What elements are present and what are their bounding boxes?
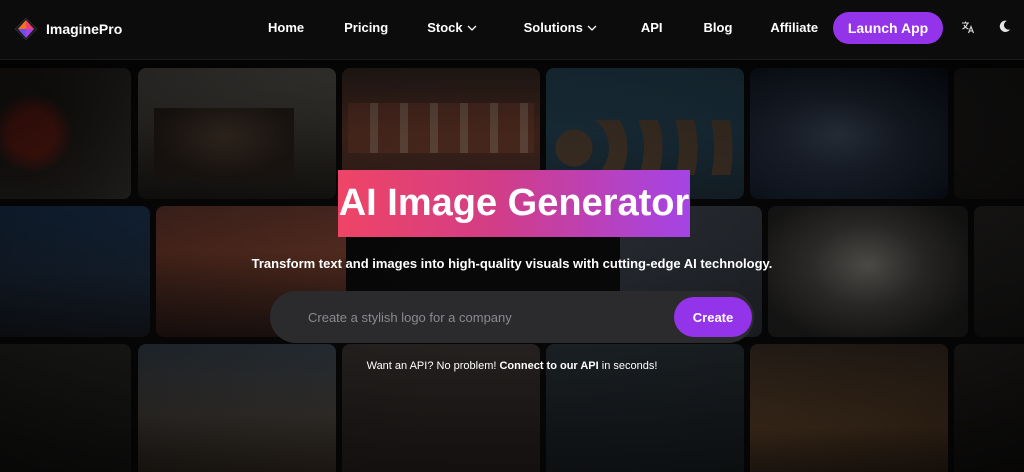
translate-icon[interactable] bbox=[961, 20, 975, 34]
chevron-down-icon bbox=[587, 25, 597, 31]
nav-home[interactable]: Home bbox=[268, 20, 304, 35]
gallery-image-group-photo bbox=[138, 68, 336, 199]
nav-affiliate[interactable]: Affiliate bbox=[770, 20, 818, 35]
hero-subtitle: Transform text and images into high-qual… bbox=[251, 256, 773, 271]
gallery-image-dark-corner bbox=[954, 344, 1024, 472]
nav-links: Home Pricing Stock Solutions API Blog Af… bbox=[268, 20, 818, 35]
nav-stock-label: Stock bbox=[427, 20, 463, 35]
nav-api-label: API bbox=[640, 20, 663, 35]
nav-affiliate-label: Affiliate bbox=[770, 20, 819, 35]
gallery-image-fantasy-scene bbox=[750, 344, 948, 472]
chevron-down-icon bbox=[467, 25, 477, 31]
nav-solutions-label: Solutions bbox=[523, 20, 583, 35]
nav-blog[interactable]: Blog bbox=[704, 20, 733, 35]
create-button[interactable]: Create bbox=[674, 297, 752, 337]
gallery-image-bedroom bbox=[974, 206, 1024, 337]
api-promo-suffix: in seconds! bbox=[598, 360, 658, 372]
nav-blog-label: Blog bbox=[703, 20, 733, 35]
brand-name: ImaginePro bbox=[46, 21, 123, 37]
api-promo-prefix: Want an API? No problem! bbox=[366, 360, 500, 372]
brand-logo[interactable]: ImaginePro bbox=[14, 17, 122, 41]
nav-stock[interactable]: Stock bbox=[427, 20, 477, 35]
gallery-image-jellyfish bbox=[768, 206, 968, 337]
gallery-image-forest bbox=[0, 344, 131, 472]
moon-icon[interactable] bbox=[997, 19, 1012, 34]
nav-home-label: Home bbox=[268, 20, 305, 35]
top-navbar: ImaginePro Home Pricing Stock Solutions … bbox=[0, 0, 1024, 60]
gallery-image-face-portrait bbox=[750, 68, 948, 199]
launch-app-button[interactable]: Launch App bbox=[833, 12, 943, 44]
nav-solutions[interactable]: Solutions bbox=[524, 20, 597, 35]
prompt-input[interactable] bbox=[308, 306, 648, 328]
hero-title: AI Image Generator bbox=[338, 170, 690, 237]
api-promo-link[interactable]: Connect to our API bbox=[499, 360, 598, 372]
nav-pricing[interactable]: Pricing bbox=[344, 20, 388, 35]
imaginepro-logo-icon bbox=[14, 17, 38, 41]
nav-api[interactable]: API bbox=[641, 20, 663, 35]
nav-pricing-label: Pricing bbox=[344, 20, 389, 35]
gallery-image-dark-hall bbox=[954, 68, 1024, 199]
gallery-image-city bbox=[0, 206, 150, 337]
gallery-image-apple bbox=[0, 68, 131, 199]
api-promo-text: Want an API? No problem! Connect to our … bbox=[300, 360, 724, 372]
prompt-search-box: Create bbox=[270, 291, 754, 343]
